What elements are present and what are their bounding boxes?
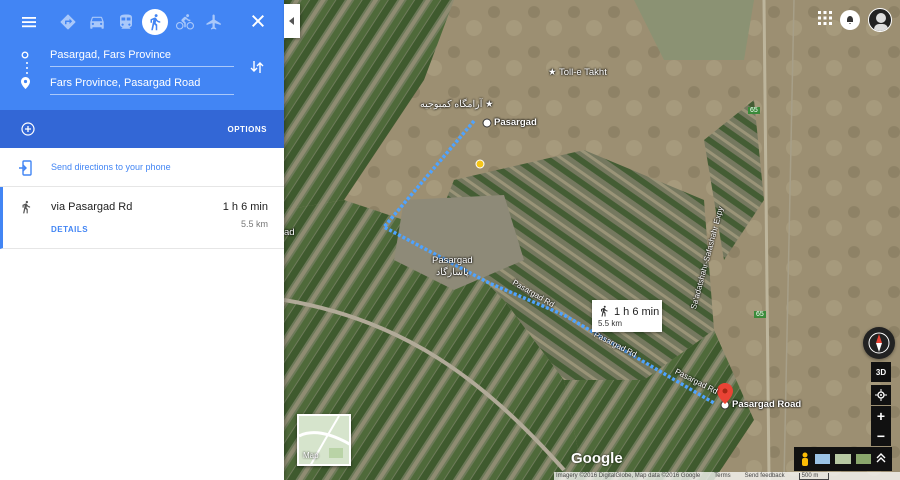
- mode-walking-button[interactable]: [142, 9, 168, 35]
- route-option[interactable]: via Pasargad Rd 1 h 6 min 5.5 km DETAILS: [0, 187, 284, 249]
- route-duration: 1 h 6 min: [222, 201, 268, 213]
- destination-input[interactable]: Fars Province, Pasargad Road: [50, 72, 234, 95]
- add-circle-icon: [21, 122, 35, 136]
- close-icon: [252, 15, 264, 27]
- send-feedback-link[interactable]: Send feedback: [745, 473, 785, 479]
- expand-up-icon[interactable]: [876, 450, 886, 468]
- account-toolbar: [818, 8, 892, 32]
- directions-panel: Pasargad, Fars Province Fars Province, P…: [0, 0, 284, 480]
- street-view-toolbar: [794, 447, 892, 471]
- place-label-pasargad[interactable]: Pasargad: [494, 117, 537, 128]
- my-location-button[interactable]: [871, 385, 891, 405]
- swap-arrows-icon: [250, 61, 264, 73]
- car-icon: [89, 16, 104, 29]
- callout-duration: 1 h 6 min: [614, 306, 660, 318]
- walking-icon: [150, 14, 161, 31]
- origin-input[interactable]: Pasargad, Fars Province: [50, 44, 234, 67]
- terms-link[interactable]: Terms: [714, 473, 730, 479]
- town-label-fa: پاسارگاد: [436, 267, 469, 278]
- attribution-bar: Imagery ©2016 DigitalGlobe, Map data ©20…: [554, 472, 900, 480]
- place-label-partial: ad: [284, 227, 295, 238]
- road-number-badge: 65: [748, 107, 760, 114]
- notifications-bell-icon[interactable]: [840, 10, 860, 30]
- scale-bar[interactable]: 500 m: [798, 472, 830, 480]
- mode-transit-button[interactable]: [111, 8, 140, 37]
- imagery-tile[interactable]: [855, 454, 871, 464]
- mode-best-button[interactable]: [53, 8, 82, 37]
- directions-diamond-icon: [60, 14, 75, 30]
- send-to-phone-icon: [19, 160, 33, 181]
- route-details-link[interactable]: DETAILS: [51, 225, 88, 234]
- imagery-tile[interactable]: [835, 454, 851, 464]
- swap-waypoints-button[interactable]: [250, 59, 264, 80]
- send-to-phone-row[interactable]: Send directions to your phone: [0, 148, 284, 187]
- place-label-destination[interactable]: Pasargad Road: [732, 399, 801, 410]
- pegman-icon[interactable]: [800, 452, 810, 466]
- chevron-left-icon: [289, 17, 294, 25]
- destination-pin-icon: [0, 77, 50, 89]
- place-label-toll-e-takht[interactable]: ★ Toll-e Takht: [548, 67, 607, 78]
- hamburger-menu-icon: [21, 17, 36, 28]
- tilt-3d-button[interactable]: 3D: [871, 362, 891, 382]
- train-icon: [119, 14, 132, 29]
- route-distance: 5.5 km: [240, 219, 268, 229]
- mode-flights-button[interactable]: [199, 8, 228, 37]
- airplane-icon: [206, 14, 221, 30]
- options-bar: OPTIONS: [0, 110, 284, 148]
- town-label-en: Pasargad: [432, 255, 473, 266]
- road-number-badge: 65: [754, 311, 766, 318]
- origin-circle-icon: [0, 51, 50, 59]
- mode-cycling-button[interactable]: [170, 8, 199, 37]
- thumbnail-label: Map: [303, 451, 319, 460]
- compass-icon[interactable]: [863, 327, 895, 359]
- crosshair-icon: [875, 389, 887, 401]
- close-directions-button[interactable]: [250, 13, 266, 29]
- origin-row: Pasargad, Fars Province: [0, 42, 234, 68]
- options-button[interactable]: OPTIONS: [227, 125, 267, 134]
- collapse-panel-button[interactable]: [284, 4, 300, 38]
- user-avatar[interactable]: [868, 8, 892, 32]
- route-duration-callout[interactable]: 1 h 6 min 5.5 km: [592, 300, 662, 332]
- walking-icon: [19, 199, 33, 220]
- origin-marker[interactable]: [482, 118, 492, 128]
- imagery-tile[interactable]: [815, 454, 831, 464]
- walking-icon: [598, 305, 610, 320]
- zoom-in-button[interactable]: +: [871, 406, 891, 426]
- apps-grid-icon[interactable]: [818, 10, 832, 30]
- bicycle-icon: [175, 14, 194, 30]
- satellite-map[interactable]: ★ Toll-e Takht آرامگاه کمبوجیه ★ Pasarga…: [284, 0, 900, 480]
- callout-distance: 5.5 km: [598, 319, 623, 328]
- mode-driving-button[interactable]: [82, 8, 111, 37]
- menu-button[interactable]: [14, 8, 43, 37]
- destination-row: Fars Province, Pasargad Road: [0, 70, 234, 96]
- place-label-mausoleum[interactable]: آرامگاه کمبوجیه ★: [420, 99, 494, 110]
- send-to-phone-label: Send directions to your phone: [51, 162, 171, 172]
- route-via: via Pasargad Rd: [51, 201, 133, 213]
- map-type-thumbnail[interactable]: Map: [297, 414, 351, 466]
- google-logo: Google: [571, 450, 623, 467]
- zoom-out-button[interactable]: −: [871, 426, 891, 446]
- directions-header: Pasargad, Fars Province Fars Province, P…: [0, 0, 284, 110]
- imagery-attribution: Imagery ©2016 DigitalGlobe, Map data ©20…: [556, 473, 701, 479]
- add-destination-button[interactable]: [21, 122, 35, 141]
- travel-mode-bar: [0, 0, 284, 44]
